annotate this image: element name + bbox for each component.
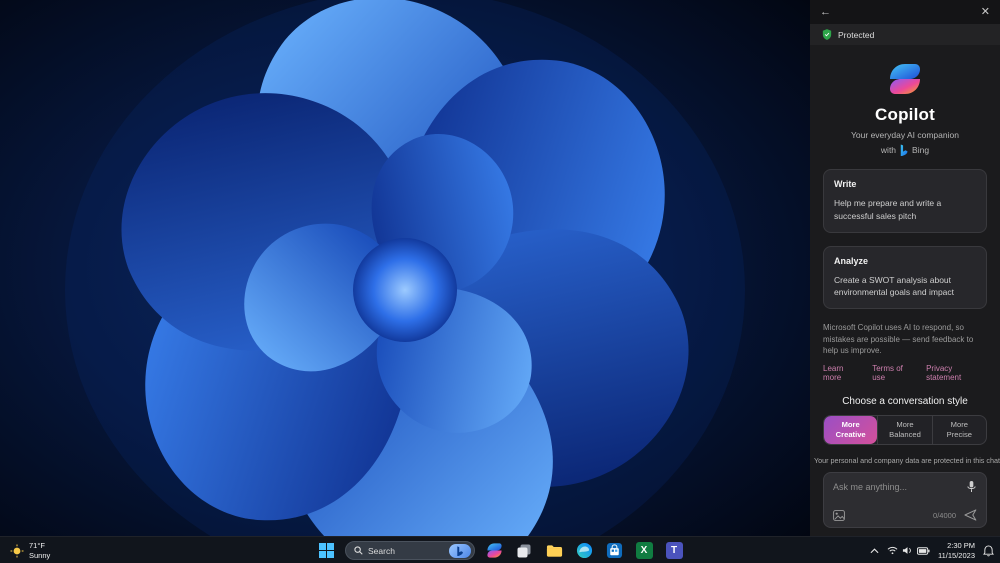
microphone-icon[interactable] xyxy=(966,480,977,493)
legal-links: Learn more Terms of use Privacy statemen… xyxy=(823,364,987,382)
wallpaper-bloom xyxy=(0,0,810,536)
card-body: Create a SWOT analysis about environment… xyxy=(834,274,955,298)
taskbar-app-task-view[interactable] xyxy=(513,540,535,562)
data-protection-note: Your personal and company data are prote… xyxy=(814,456,1000,465)
card-title: Analyze xyxy=(834,255,869,266)
folder-icon xyxy=(546,544,562,557)
style-more-balanced[interactable]: More Balanced xyxy=(877,415,931,444)
taskbar: 71°F Sunny Search X T 2:30 PM 11/15/2023 xyxy=(0,536,1000,563)
bing-label: Bing xyxy=(912,145,930,155)
protected-badge: Protected xyxy=(810,24,1000,45)
notification-bell-icon[interactable] xyxy=(983,544,994,557)
wifi-icon xyxy=(887,546,898,555)
copilot-hero: Copilot Your everyday AI companion with … xyxy=(823,61,987,156)
bing-icon xyxy=(457,545,463,556)
tray-status-icons[interactable] xyxy=(887,546,930,555)
weather-temp: 71°F xyxy=(29,541,45,551)
chat-input-box: 0/4000 xyxy=(823,472,987,528)
copilot-panel: ← ✕ Protected Copilot Your everyday AI c… xyxy=(810,0,1000,536)
store-icon xyxy=(606,542,622,559)
teams-icon: T xyxy=(665,542,683,559)
excel-icon: X xyxy=(635,542,653,559)
style-more-creative[interactable]: More Creative xyxy=(824,415,878,444)
ai-disclaimer: Microsoft Copilot uses AI to respond, so… xyxy=(823,323,974,356)
taskbar-app-store[interactable] xyxy=(603,540,625,562)
clock-time: 2:30 PM xyxy=(947,541,975,551)
desktop[interactable] xyxy=(0,0,810,536)
windows-logo-icon xyxy=(318,543,334,558)
with-bing-row: with Bing xyxy=(823,144,987,156)
taskbar-app-edge[interactable] xyxy=(573,540,595,562)
card-body: Help me prepare and write a successful s… xyxy=(834,198,942,221)
bing-icon xyxy=(900,144,908,156)
weather-sun-icon xyxy=(10,544,24,557)
taskbar-clock[interactable]: 2:30 PM 11/15/2023 xyxy=(938,541,975,560)
conversation-style-toggle: More Creative More Balanced More Precise xyxy=(823,414,987,445)
copilot-logo-icon xyxy=(887,61,923,97)
system-tray: 2:30 PM 11/15/2023 xyxy=(870,537,994,563)
image-upload-icon[interactable] xyxy=(833,509,845,521)
taskbar-app-copilot[interactable] xyxy=(483,540,505,562)
battery-icon xyxy=(917,546,930,555)
copilot-title: Copilot xyxy=(875,105,935,124)
weather-condition: Sunny xyxy=(29,550,51,560)
search-bing-badge[interactable] xyxy=(449,543,471,558)
back-icon[interactable]: ← xyxy=(820,6,831,18)
protected-label: Protected xyxy=(838,29,875,40)
privacy-statement-link[interactable]: Privacy statement xyxy=(926,364,987,382)
copilot-app-icon xyxy=(486,543,502,558)
suggestion-card-write[interactable]: Write Help me prepare and write a succes… xyxy=(823,169,987,233)
edge-icon xyxy=(576,542,592,559)
panel-titlebar: ← ✕ xyxy=(810,0,1000,24)
screen: ← ✕ Protected Copilot Your everyday AI c… xyxy=(0,0,1000,563)
char-counter: 0/4000 xyxy=(933,510,956,520)
task-view-icon xyxy=(517,544,531,557)
start-button[interactable] xyxy=(315,540,337,562)
search-icon xyxy=(354,546,363,555)
terms-of-use-link[interactable]: Terms of use xyxy=(872,364,916,382)
taskbar-app-teams[interactable]: T xyxy=(663,540,685,562)
conversation-style-title: Choose a conversation style xyxy=(842,395,968,407)
taskbar-app-file-explorer[interactable] xyxy=(543,540,565,562)
suggestion-card-analyze[interactable]: Analyze Create a SWOT analysis about env… xyxy=(823,245,987,309)
taskbar-search[interactable]: Search xyxy=(345,541,475,560)
shield-icon xyxy=(822,29,832,40)
with-label: with xyxy=(880,145,897,155)
volume-icon xyxy=(902,547,911,554)
learn-more-link[interactable]: Learn more xyxy=(823,364,862,382)
taskbar-app-excel[interactable]: X xyxy=(633,540,655,562)
style-more-precise[interactable]: More Precise xyxy=(931,415,986,444)
weather-widget[interactable]: 71°F Sunny xyxy=(6,537,54,563)
close-icon[interactable]: ✕ xyxy=(981,6,990,18)
copilot-subtitle: Your everyday AI companion xyxy=(851,130,959,140)
clock-date: 11/15/2023 xyxy=(938,550,975,560)
send-icon[interactable] xyxy=(964,509,977,521)
chat-input[interactable] xyxy=(833,481,960,492)
card-title: Write xyxy=(834,179,857,189)
taskbar-center: Search X T xyxy=(315,537,685,563)
tray-chevron-up-icon[interactable] xyxy=(870,547,879,554)
search-placeholder: Search xyxy=(368,545,395,556)
